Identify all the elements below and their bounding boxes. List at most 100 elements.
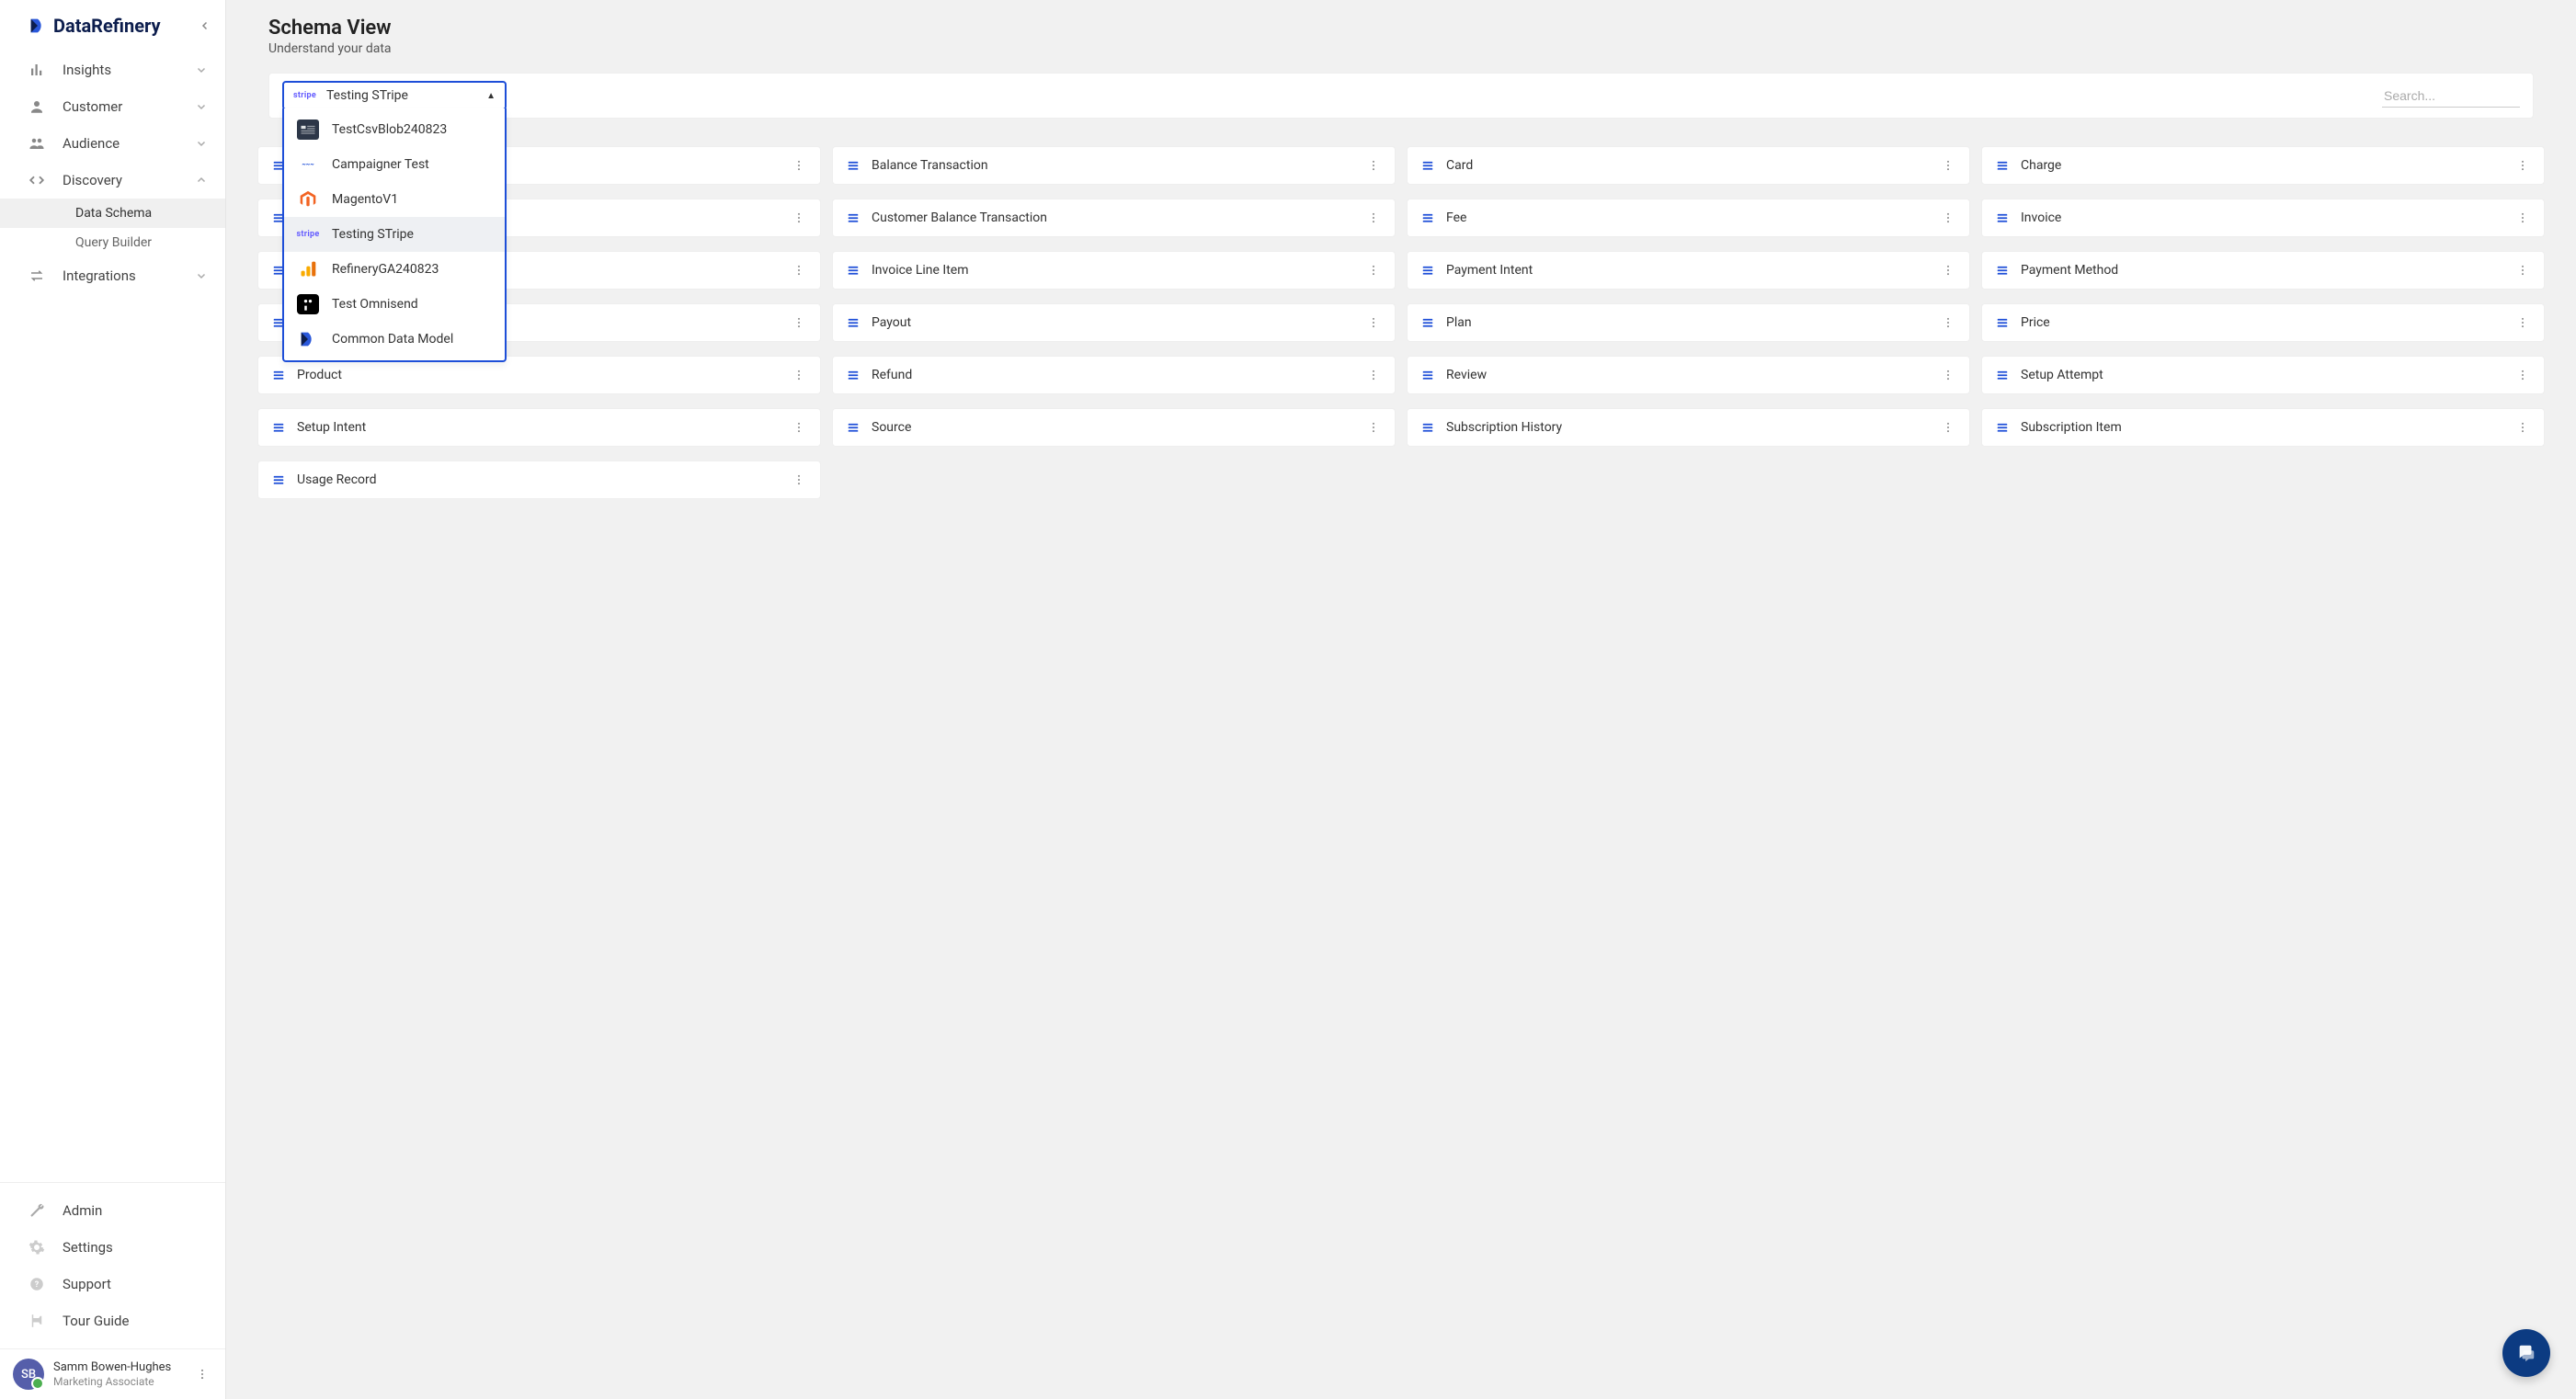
- schema-card[interactable]: Card: [1407, 146, 1970, 185]
- schema-card[interactable]: Source: [832, 408, 1396, 447]
- card-menu-button[interactable]: [2514, 159, 2531, 172]
- user-menu-button[interactable]: [192, 1364, 212, 1384]
- source-selector-dropdown: TestCsvBlob240823 ~~~ Campaigner Test Ma…: [282, 108, 507, 362]
- schema-card[interactable]: Price: [1981, 303, 2545, 342]
- card-menu-button[interactable]: [2514, 421, 2531, 434]
- list-icon: [1420, 264, 1435, 277]
- ga-icon: [297, 259, 319, 279]
- refinery-icon: [297, 329, 319, 349]
- schema-card-label: Refund: [872, 368, 1354, 382]
- schema-card[interactable]: Balance Transaction: [832, 146, 1396, 185]
- people-icon: [28, 134, 46, 153]
- card-menu-button[interactable]: [1365, 264, 1382, 277]
- nav-item-admin[interactable]: Admin: [0, 1192, 225, 1229]
- source-option[interactable]: Test Omnisend: [284, 287, 505, 322]
- schema-card-label: Customer Balance Transaction: [872, 210, 1354, 225]
- nav-item-integrations[interactable]: Integrations: [0, 257, 225, 294]
- schema-card-label: Invoice Line Item: [872, 263, 1354, 278]
- nav-item-support[interactable]: ? Support: [0, 1266, 225, 1302]
- source-option[interactable]: MagentoV1: [284, 182, 505, 217]
- source-selector[interactable]: stripe Testing STripe ▲: [282, 81, 507, 110]
- schema-card[interactable]: Setup Attempt: [1981, 356, 2545, 394]
- schema-card-label: Charge: [2021, 158, 2503, 173]
- card-menu-button[interactable]: [791, 316, 807, 329]
- search-input[interactable]: [2382, 85, 2520, 108]
- schema-card[interactable]: Customer Balance Transaction: [832, 199, 1396, 237]
- wrench-icon: [28, 1201, 46, 1220]
- schema-card-label: Setup Intent: [297, 420, 780, 435]
- schema-card[interactable]: Payment Method: [1981, 251, 2545, 290]
- card-menu-button[interactable]: [1940, 369, 1956, 381]
- card-menu-button[interactable]: [1940, 421, 1956, 434]
- card-menu-button[interactable]: [1365, 159, 1382, 172]
- card-menu-button[interactable]: [791, 211, 807, 224]
- nav-item-audience[interactable]: Audience: [0, 125, 225, 162]
- card-menu-button[interactable]: [1940, 159, 1956, 172]
- schema-card-label: Subscription Item: [2021, 420, 2503, 435]
- card-menu-button[interactable]: [1365, 316, 1382, 329]
- schema-card[interactable]: Review: [1407, 356, 1970, 394]
- list-icon: [1995, 316, 2010, 329]
- user-profile-row[interactable]: SB Samm Bowen-Hughes Marketing Associate: [0, 1348, 225, 1399]
- list-icon: [271, 369, 286, 381]
- card-menu-button[interactable]: [791, 264, 807, 277]
- card-menu-button[interactable]: [791, 159, 807, 172]
- schema-card[interactable]: Setup Intent: [257, 408, 821, 447]
- bar-chart-icon: [28, 61, 46, 79]
- nav-sub-query-builder[interactable]: Query Builder: [0, 228, 225, 257]
- card-menu-button[interactable]: [791, 421, 807, 434]
- schema-card[interactable]: Payment Intent: [1407, 251, 1970, 290]
- schema-card[interactable]: Payout: [832, 303, 1396, 342]
- schema-card[interactable]: Charge: [1981, 146, 2545, 185]
- nav-item-settings[interactable]: Settings: [0, 1229, 225, 1266]
- schema-card[interactable]: Subscription Item: [1981, 408, 2545, 447]
- card-menu-button[interactable]: [1365, 211, 1382, 224]
- sidebar-collapse-button[interactable]: [199, 20, 211, 31]
- list-icon: [846, 211, 861, 224]
- nav-sub-data-schema[interactable]: Data Schema: [0, 199, 225, 228]
- schema-card-label: Payment Method: [2021, 263, 2503, 278]
- chevron-down-icon: [196, 138, 207, 149]
- code-icon: [28, 171, 46, 189]
- nav-item-discovery[interactable]: Discovery: [0, 162, 225, 199]
- schema-card[interactable]: Invoice Line Item: [832, 251, 1396, 290]
- nav-item-insights[interactable]: Insights: [0, 51, 225, 88]
- card-menu-button[interactable]: [791, 473, 807, 486]
- chevron-down-icon: [196, 64, 207, 75]
- card-menu-button[interactable]: [2514, 369, 2531, 381]
- schema-cards-grid: AccountBalance TransactionCardChargeCust…: [257, 146, 2545, 499]
- card-menu-button[interactable]: [1940, 211, 1956, 224]
- list-icon: [271, 421, 286, 434]
- card-menu-button[interactable]: [1365, 421, 1382, 434]
- list-icon: [1995, 264, 2010, 277]
- omnisend-icon: [297, 294, 319, 314]
- svg-text:?: ?: [35, 1280, 40, 1290]
- brand-logo[interactable]: DataRefinery: [28, 15, 161, 37]
- chat-fab[interactable]: [2502, 1329, 2550, 1377]
- list-icon: [1420, 159, 1435, 172]
- source-option[interactable]: ~~~ Campaigner Test: [284, 147, 505, 182]
- card-menu-button[interactable]: [2514, 316, 2531, 329]
- schema-card[interactable]: Usage Record: [257, 461, 821, 499]
- card-menu-button[interactable]: [1365, 369, 1382, 381]
- list-icon: [846, 316, 861, 329]
- magento-icon: [297, 189, 319, 210]
- schema-card[interactable]: Plan: [1407, 303, 1970, 342]
- schema-card[interactable]: Fee: [1407, 199, 1970, 237]
- nav-item-tour-guide[interactable]: Tour Guide: [0, 1302, 225, 1339]
- schema-card[interactable]: Refund: [832, 356, 1396, 394]
- source-option[interactable]: Common Data Model: [284, 322, 505, 357]
- nav-item-customer[interactable]: Customer: [0, 88, 225, 125]
- card-menu-button[interactable]: [2514, 211, 2531, 224]
- card-menu-button[interactable]: [791, 369, 807, 381]
- source-option[interactable]: RefineryGA240823: [284, 252, 505, 287]
- schema-card[interactable]: Subscription History: [1407, 408, 1970, 447]
- schema-card-label: Price: [2021, 315, 2503, 330]
- card-menu-button[interactable]: [1940, 316, 1956, 329]
- card-menu-button[interactable]: [1940, 264, 1956, 277]
- schema-card-label: Fee: [1446, 210, 1929, 225]
- source-option[interactable]: TestCsvBlob240823: [284, 112, 505, 147]
- schema-card[interactable]: Invoice: [1981, 199, 2545, 237]
- card-menu-button[interactable]: [2514, 264, 2531, 277]
- source-option[interactable]: stripe Testing STripe: [284, 217, 505, 252]
